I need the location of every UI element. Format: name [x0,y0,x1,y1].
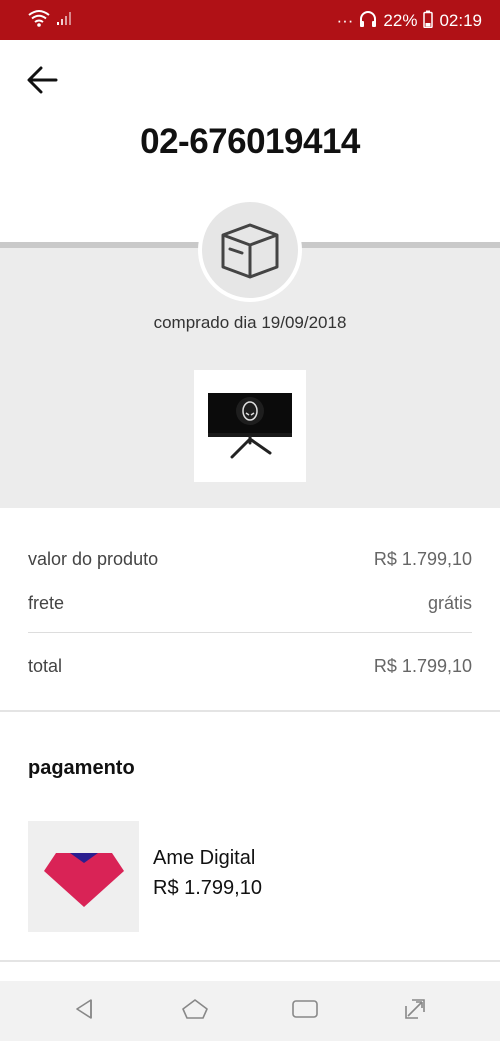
expand-icon [402,996,428,1027]
signal-icon [56,10,74,31]
product-value-label: valor do produto [28,548,159,569]
package-icon [215,213,285,288]
ame-digital-icon [43,852,124,907]
product-value-row: valor do produto R$ 1.799,10 [28,530,472,588]
nav-home-button[interactable] [175,991,215,1031]
total-row: total R$ 1.799,10 [28,633,472,699]
back-triangle-icon [73,997,97,1026]
nav-recents-button[interactable] [285,991,325,1031]
status-right: ··· 22% 02:19 [336,10,482,31]
battery-icon [423,10,434,31]
headphones-icon [359,10,377,31]
product-image[interactable] [194,370,306,482]
nav-expand-button[interactable] [395,991,435,1031]
system-nav-bar [0,981,500,1041]
total-value: R$ 1.799,10 [373,655,472,676]
package-badge [198,198,302,302]
shipping-value: grátis [427,592,472,613]
bottom-divider [0,960,500,962]
order-id: 02-676019414 [140,122,360,161]
arrow-left-icon [26,66,58,99]
shipping-row: frete grátis [28,588,472,618]
shipping-label: frete [28,592,65,613]
back-button[interactable] [22,62,62,102]
product-value: R$ 1.799,10 [373,548,472,569]
clock: 02:19 [439,10,482,30]
purchase-date: comprado dia 19/09/2018 [153,313,347,332]
ame-logo [28,821,139,932]
status-left [28,9,74,32]
recents-icon [291,998,319,1025]
status-bar: ··· 22% 02:19 [0,0,500,40]
more-dots: ··· [336,10,354,30]
payment-amount: R$ 1.799,10 [153,877,262,899]
section-divider [0,710,500,712]
header: 02-676019414 [0,40,500,200]
payment-title: pagamento [28,757,135,779]
payment-method-name: Ame Digital [153,847,256,869]
nav-back-button[interactable] [65,991,105,1031]
total-label: total [28,655,63,676]
wifi-icon [28,9,50,32]
price-summary: valor do produto R$ 1.799,10 frete gráti… [28,530,472,699]
battery-percent: 22% [383,10,418,30]
monitor-image [208,393,292,459]
home-icon [181,997,209,1026]
